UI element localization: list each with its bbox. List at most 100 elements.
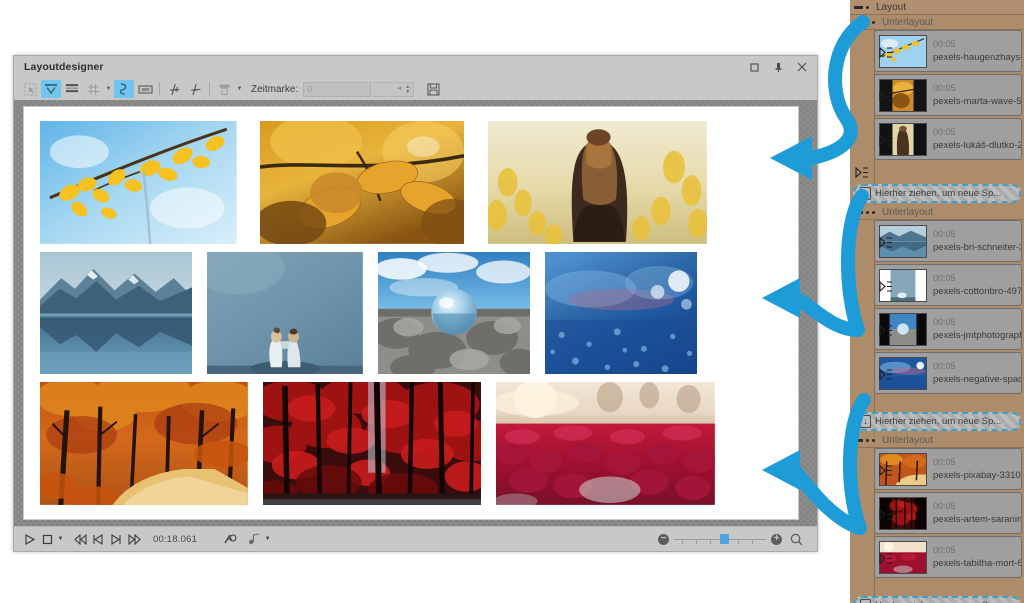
transition-icon[interactable] (878, 88, 894, 104)
window-controls (743, 56, 813, 78)
dot-icon (866, 20, 869, 24)
clip-filename: pexels-cottonbro-497 (933, 285, 1021, 297)
slide-row (40, 382, 782, 505)
grid-icon[interactable] (83, 80, 103, 98)
dot-icon (872, 210, 875, 214)
skip-forward-all-icon[interactable] (125, 530, 143, 548)
clip-duration: 00:05 (933, 544, 956, 555)
spinner-arrows-icon[interactable]: ▲ ▼ (405, 84, 410, 94)
photo-autumn-forest-path[interactable] (40, 382, 248, 505)
dashed-select-icon[interactable] (20, 80, 40, 98)
note-icon[interactable] (245, 530, 263, 548)
transition-icon[interactable] (878, 550, 894, 566)
maximize-icon[interactable] (743, 57, 765, 77)
timeline-dropzone[interactable]: ↓ Hierher ziehen, um neue Sp... (853, 184, 1021, 203)
layer-icon[interactable] (214, 80, 234, 98)
keyframe-add-icon[interactable] (164, 80, 184, 98)
clip-meta: 00:05 pexels-jmtphotograph (933, 316, 1021, 343)
save-disk-icon[interactable] (423, 80, 443, 98)
clip-filename: pexels-jmtphotograph (933, 329, 1021, 341)
photo-woman-in-yellow-field[interactable] (488, 121, 708, 244)
transition-icon[interactable] (878, 366, 894, 382)
timeline-clip[interactable]: 00:05 pexels-haugenzhays-2 (874, 30, 1022, 72)
clip-duration: 00:05 (933, 126, 956, 137)
timemark-input[interactable]: 0 (303, 81, 372, 97)
zoom-slider-thumb[interactable] (720, 534, 729, 544)
photo-couple-blue-sky[interactable] (206, 251, 363, 375)
transition-icon[interactable] (878, 132, 894, 148)
step-forward-icon[interactable] (107, 530, 125, 548)
timeline-clip[interactable]: 00:05 pexels-jmtphotograph (874, 308, 1022, 350)
window-titlebar: Layoutdesigner (14, 56, 817, 78)
clip-meta: 00:05 pexels-pixabay-33105 (933, 456, 1021, 483)
transition-icon[interactable] (878, 506, 894, 522)
photo-blue-bokeh-water[interactable] (544, 251, 697, 375)
pin-icon[interactable] (767, 57, 789, 77)
toolbar-separator-2 (209, 82, 210, 96)
transition-icon[interactable] (878, 322, 894, 338)
timeline-clip[interactable]: 00:05 pexels-bri-schneiter-3 (874, 220, 1022, 262)
clip-filename: pexels-lukáš-dlutko-2 (933, 139, 1021, 151)
clip-meta: 00:05 pexels-haugenzhays-2 (933, 38, 1021, 65)
timeline-dropzone[interactable]: ↓ Hierher ziehen, um neue Sp... (853, 596, 1021, 603)
download-arrow-icon: ↓ (860, 187, 871, 200)
keyframe-remove-icon[interactable] (185, 80, 205, 98)
zoom-out-button[interactable]: − (658, 533, 669, 545)
note-dropdown-arrow-icon[interactable]: ▼ (263, 530, 272, 548)
stop-dropdown-arrow-icon[interactable]: ▼ (56, 530, 65, 548)
photo-red-forest[interactable] (262, 382, 482, 505)
zoom-in-button[interactable]: + (771, 533, 782, 545)
timeline-clip[interactable]: 00:05 pexels-lukáš-dlutko-2 (874, 118, 1022, 160)
stop-icon[interactable] (38, 530, 56, 548)
play-icon[interactable] (20, 530, 38, 548)
layout-slide[interactable] (23, 106, 799, 520)
photo-red-tulip-field[interactable] (496, 382, 716, 505)
timemark-spinner[interactable]: ◄ ▲ ▼ (372, 81, 415, 97)
timeline-group-spacer (874, 396, 1024, 410)
timeline-header-sublayout[interactable]: Unterlayout (850, 433, 1024, 448)
marker-icon[interactable] (221, 530, 239, 548)
timeline-header-sublayout[interactable]: Unterlayout (850, 15, 1024, 30)
photo-mountain-lake-reflection[interactable] (40, 251, 193, 375)
transition-icon[interactable] (878, 278, 894, 294)
timeline-sublayout-label: Unterlayout (882, 206, 934, 218)
timeline-header-layout[interactable]: Layout (850, 0, 1024, 15)
timeline-clip[interactable]: 00:05 pexels-artem-saranin- (874, 492, 1022, 534)
timeline-clip[interactable]: 00:05 pexels-negative-spac (874, 352, 1022, 394)
timeline-clip[interactable]: 00:05 pexels-cottonbro-497 (874, 264, 1022, 306)
skip-back-all-icon[interactable] (71, 530, 89, 548)
timeline-group: Unterlayout 00:05 pexels-bri-schneiter-3… (850, 205, 1024, 431)
timeline-clip[interactable]: 00:05 pexels-pixabay-33105 (874, 448, 1022, 490)
frame-icon[interactable] (135, 80, 155, 98)
timeline-layout-label: Layout (876, 1, 907, 13)
close-icon[interactable] (791, 57, 813, 77)
transition-icon[interactable] (878, 462, 894, 478)
transition-icon[interactable] (878, 44, 894, 60)
clip-meta: 00:05 pexels-artem-saranin- (933, 500, 1021, 527)
timeline-dropzone[interactable]: ↓ Hierher ziehen, um neue Sp... (853, 412, 1021, 431)
step-back-icon[interactable] (89, 530, 107, 548)
clip-meta: 00:05 pexels-cottonbro-497 (933, 272, 1021, 299)
layer-dropdown-arrow-icon[interactable]: ▼ (235, 80, 244, 98)
timeline-clip[interactable]: 00:05 pexels-marta-wave-5ß (874, 74, 1022, 116)
grid-dropdown-arrow-icon[interactable]: ▼ (104, 80, 113, 98)
photo-autumn-leaves-closeup[interactable] (260, 121, 465, 244)
timeline-panel[interactable]: Layout Unterlayout 00:05 pexels-haugenzh… (850, 0, 1024, 603)
designer-canvas[interactable] (14, 100, 817, 526)
curve-icon[interactable] (114, 80, 134, 98)
chevron-fit-icon[interactable] (41, 80, 61, 98)
clip-duration: 00:05 (933, 228, 956, 239)
photo-autumn-ginkgo-branch[interactable] (40, 121, 237, 244)
timemark-label: Zeitmarke: (251, 83, 299, 95)
clip-duration: 00:05 (933, 360, 956, 371)
transition-icon[interactable] (878, 234, 894, 250)
dot-icon (866, 210, 869, 214)
stacked-lines-icon[interactable] (62, 80, 82, 98)
timeline-clip[interactable]: 00:05 pexels-tabitha-mort-6 (874, 536, 1022, 578)
zoom-slider[interactable] (674, 533, 766, 545)
photo-crystal-ball-on-rocks[interactable] (377, 251, 530, 375)
timeline-transition-row[interactable] (852, 162, 1024, 182)
timeline-header-sublayout[interactable]: Unterlayout (850, 205, 1024, 220)
magnifier-icon[interactable] (787, 530, 805, 548)
dot-icon (872, 438, 875, 442)
